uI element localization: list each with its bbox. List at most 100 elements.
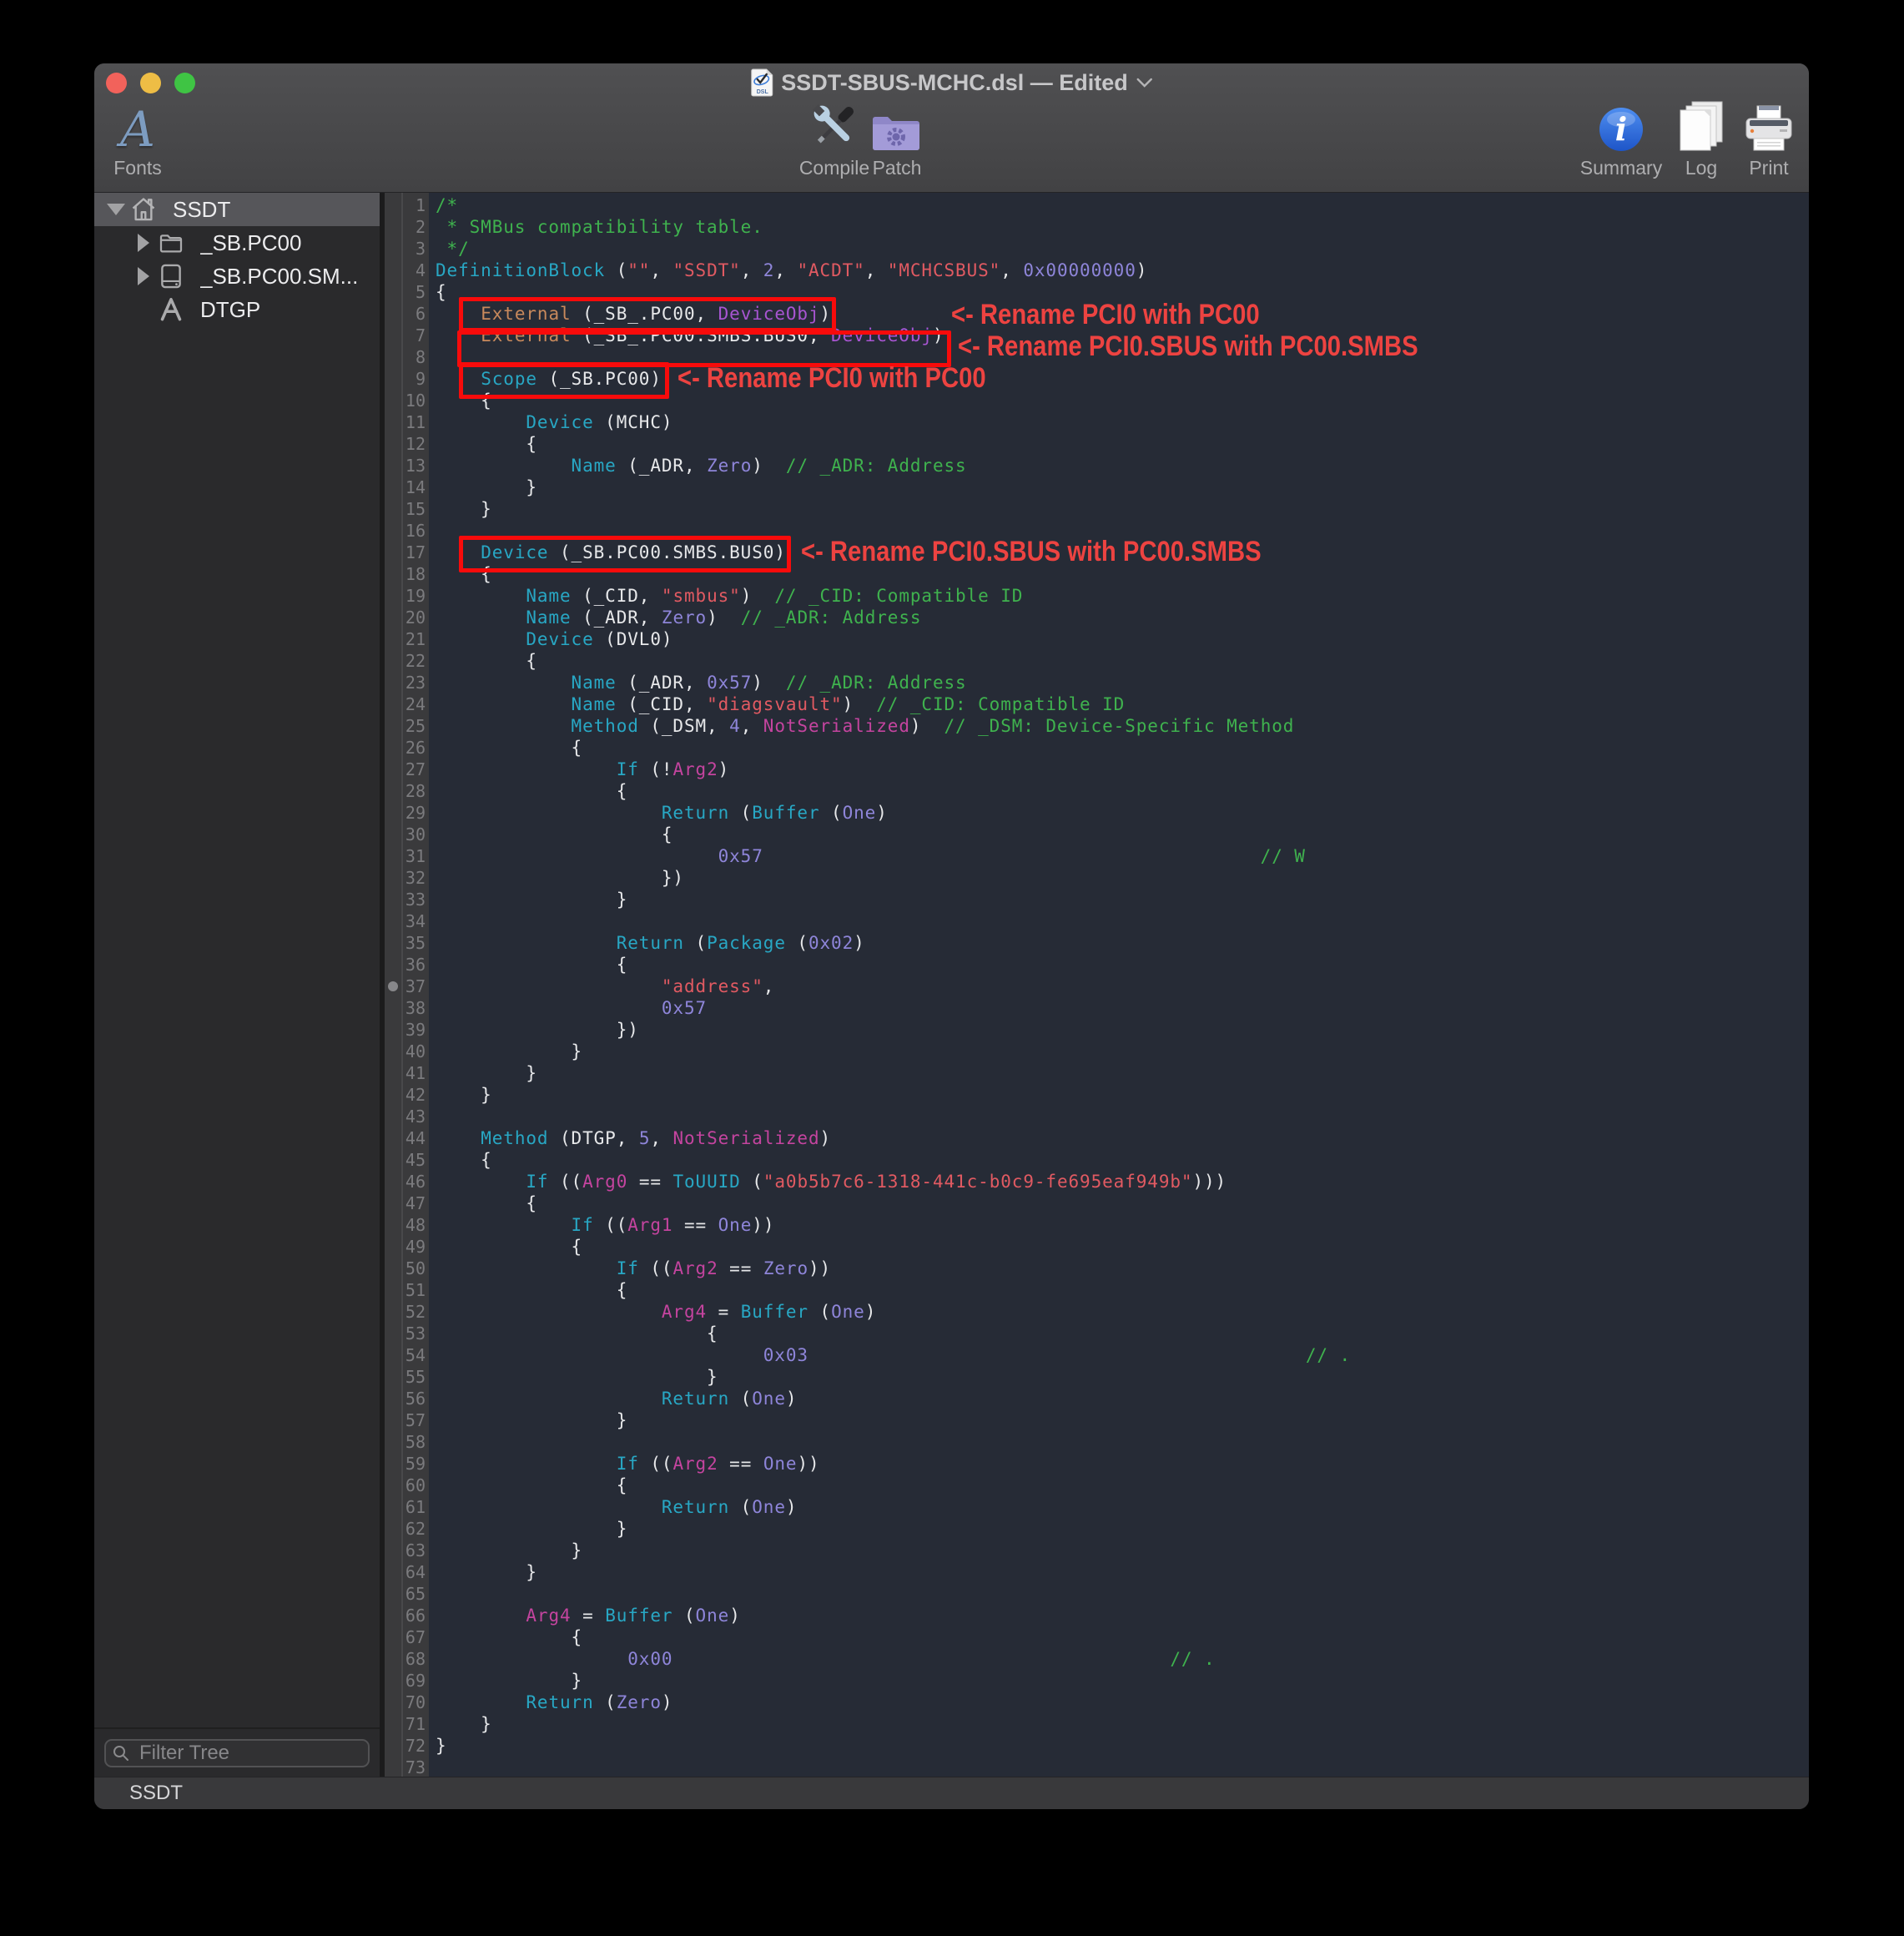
line-number: 69 bbox=[403, 1670, 426, 1691]
code-line: Return (Package (0x02) bbox=[436, 932, 1351, 954]
line-number: 72 bbox=[403, 1735, 426, 1757]
sidebar: SSDT _SB.PC00 _SB.PC00.SM... DTGP bbox=[94, 193, 380, 1777]
fonts-button[interactable]: A Fonts bbox=[94, 97, 188, 185]
code-line: Device (MCHC) bbox=[436, 411, 1351, 433]
svg-text:DSL: DSL bbox=[756, 89, 768, 95]
line-number: 61 bbox=[403, 1496, 426, 1518]
line-number: 25 bbox=[403, 715, 426, 737]
sidebar-item-sb-pc00-sm[interactable]: _SB.PC00.SM... bbox=[94, 260, 380, 293]
line-numbers: 1234567891011121314151617181920212223242… bbox=[403, 194, 426, 1778]
code-line: { bbox=[436, 1475, 1351, 1496]
line-number: 42 bbox=[403, 1084, 426, 1106]
code-line: 0x03 // . bbox=[436, 1344, 1351, 1366]
line-number: 57 bbox=[403, 1409, 426, 1431]
line-number: 51 bbox=[403, 1279, 426, 1301]
print-button[interactable]: Print bbox=[1719, 97, 1809, 185]
line-number: 5 bbox=[403, 281, 426, 303]
line-number: 44 bbox=[403, 1127, 426, 1149]
filter-tree-input[interactable] bbox=[104, 1739, 370, 1767]
line-number: 27 bbox=[403, 759, 426, 780]
line-number: 16 bbox=[403, 520, 426, 542]
line-number: 17 bbox=[403, 542, 426, 563]
annotation-label: <- Rename PCI0 with PC00 bbox=[677, 360, 986, 396]
line-number: 60 bbox=[403, 1475, 426, 1496]
disclosure-triangle-icon[interactable] bbox=[134, 234, 153, 252]
print-label: Print bbox=[1749, 157, 1788, 179]
line-number: 47 bbox=[403, 1192, 426, 1214]
print-printer-icon bbox=[1743, 97, 1795, 154]
code-line: } bbox=[436, 1518, 1351, 1540]
line-number: 56 bbox=[403, 1388, 426, 1409]
line-number: 46 bbox=[403, 1171, 426, 1192]
code-line: DefinitionBlock ("", "SSDT", 2, "ACDT", … bbox=[436, 260, 1351, 281]
code-line: Name (_ADR, 0x57) // _ADR: Address bbox=[436, 672, 1351, 693]
line-number: 12 bbox=[403, 433, 426, 455]
line-number: 9 bbox=[403, 368, 426, 390]
code-line: If (!Arg2) bbox=[436, 759, 1351, 780]
line-number: 4 bbox=[403, 260, 426, 281]
sidebar-item-dtgp[interactable]: DTGP bbox=[94, 293, 380, 326]
line-number: 36 bbox=[403, 954, 426, 976]
code-line: { bbox=[436, 650, 1351, 672]
code-editor[interactable]: /* * SMBus compatibility table. */Defini… bbox=[429, 193, 1809, 1777]
code-line: } bbox=[436, 1409, 1351, 1431]
line-number: 65 bbox=[403, 1583, 426, 1605]
code-line: } bbox=[436, 889, 1351, 910]
annotation-label: <- Rename PCI0.SBUS with PC00.SMBS bbox=[801, 533, 1262, 570]
disclosure-triangle-icon[interactable] bbox=[107, 204, 125, 215]
code-line: Name (_CID, "smbus") // _CID: Compatible… bbox=[436, 585, 1351, 607]
line-number: 2 bbox=[403, 216, 426, 238]
code-line: } bbox=[436, 1041, 1351, 1062]
patch-button[interactable]: Patch bbox=[847, 97, 947, 185]
line-number: 7 bbox=[403, 325, 426, 346]
sidebar-item-label: _SB.PC00 bbox=[200, 230, 301, 256]
code-line: } bbox=[436, 1713, 1351, 1735]
disclosure-triangle-icon[interactable] bbox=[134, 267, 153, 285]
zoom-button[interactable] bbox=[174, 73, 195, 93]
minimize-button[interactable] bbox=[140, 73, 161, 93]
code-line: If ((Arg1 == One)) bbox=[436, 1214, 1351, 1236]
title-chevron-down-icon[interactable] bbox=[1136, 78, 1153, 88]
line-number: 38 bbox=[403, 997, 426, 1019]
code-line: } bbox=[436, 1735, 1351, 1757]
code-line: { bbox=[436, 1149, 1351, 1171]
line-number: 31 bbox=[403, 845, 426, 867]
line-number: 35 bbox=[403, 932, 426, 954]
annotation-label: <- Rename PCI0.SBUS with PC00.SMBS bbox=[958, 328, 1418, 365]
code-line: Return (One) bbox=[436, 1388, 1351, 1409]
sidebar-item-sb-pc00[interactable]: _SB.PC00 bbox=[94, 226, 380, 260]
code-line: "address", bbox=[436, 976, 1351, 997]
close-button[interactable] bbox=[106, 73, 127, 93]
traffic-lights bbox=[106, 73, 195, 93]
line-number: 19 bbox=[403, 585, 426, 607]
sidebar-item-label: _SB.PC00.SM... bbox=[200, 264, 358, 290]
line-number: 39 bbox=[403, 1019, 426, 1041]
code-line: 0x57 // W bbox=[436, 845, 1351, 867]
code-line bbox=[436, 1757, 1351, 1777]
tree: SSDT _SB.PC00 _SB.PC00.SM... DTGP bbox=[94, 193, 380, 326]
line-number: 11 bbox=[403, 411, 426, 433]
line-number: 26 bbox=[403, 737, 426, 759]
code-line: 0x57 bbox=[436, 997, 1351, 1019]
code-line bbox=[436, 1583, 1351, 1605]
sidebar-item-ssdt[interactable]: SSDT bbox=[94, 193, 380, 226]
code-line: Name (_ADR, Zero) // _ADR: Address bbox=[436, 607, 1351, 628]
line-number: 23 bbox=[403, 672, 426, 693]
patch-label: Patch bbox=[873, 157, 922, 179]
fonts-icon: A bbox=[120, 97, 155, 154]
code-line: }) bbox=[436, 1019, 1351, 1041]
line-number: 34 bbox=[403, 910, 426, 932]
disk-icon bbox=[155, 262, 187, 290]
document-proxy-icon[interactable]: DSL bbox=[750, 68, 773, 97]
code-line: } bbox=[436, 498, 1351, 520]
code-line: } bbox=[436, 1062, 1351, 1084]
code-line: Arg4 = Buffer (One) bbox=[436, 1301, 1351, 1323]
code-line: /* bbox=[436, 194, 1351, 216]
line-number: 55 bbox=[403, 1366, 426, 1388]
breakpoint-margin[interactable] bbox=[385, 193, 403, 1777]
code-line: } bbox=[436, 1670, 1351, 1691]
code-line: If ((Arg2 == One)) bbox=[436, 1453, 1351, 1475]
line-number: 29 bbox=[403, 802, 426, 824]
annotation-box bbox=[459, 536, 791, 572]
code-line: } bbox=[436, 1540, 1351, 1561]
